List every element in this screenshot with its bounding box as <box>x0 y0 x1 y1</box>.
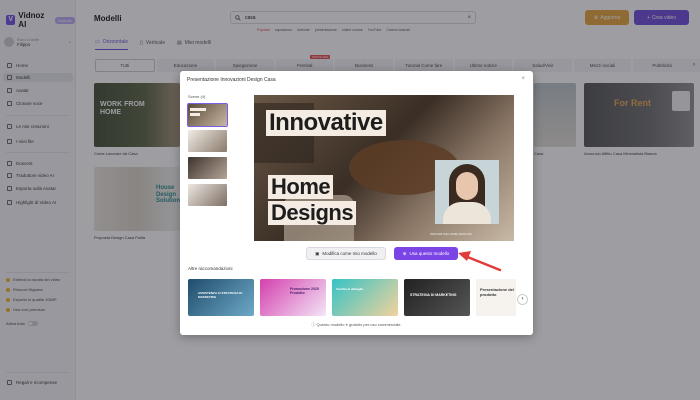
close-icon[interactable]: × <box>521 76 525 82</box>
rec-title: Promozione 2025 Prodotto <box>290 287 319 295</box>
scene-thumbnail[interactable] <box>188 184 227 206</box>
recommendation-card[interactable]: Vendita al dettaglio <box>332 279 398 316</box>
rec-title: STRATEGIA DI MARKETING <box>410 293 457 297</box>
scene-thumbnail[interactable] <box>188 157 227 179</box>
use-template-button[interactable]: ⊕ Usa questo modello <box>394 247 458 260</box>
rec-title: ASSISTENZA AI STRATEGIA DI MARKETING <box>198 291 243 299</box>
button-label: Modifica come mio modello <box>322 251 377 256</box>
scene-title-block <box>190 108 206 111</box>
chevron-right-icon[interactable]: › <box>517 294 528 305</box>
scenes-label: Scene (4) <box>188 94 206 99</box>
edit-as-my-template-button[interactable]: ▣ Modifica come mio modello <box>306 247 386 260</box>
modal-title: Presentazione Innovazioni Design Casa <box>187 77 276 83</box>
preview-title-word: Home <box>268 175 334 199</box>
scene-thumbnail[interactable] <box>187 103 228 127</box>
button-label: Usa questo modello <box>409 251 450 256</box>
preview-title-word: Designs <box>268 201 357 225</box>
recommendation-card[interactable]: Promozione 2025 Prodotto <box>260 279 326 316</box>
edit-icon: ▣ <box>315 250 320 256</box>
preview-title-word: Innovative <box>266 110 386 136</box>
recommendation-card[interactable]: Presentazione del prodotto <box>476 279 516 316</box>
presenter-face <box>456 172 478 200</box>
preview-footer: INNOVATIVE HOME DESIGNS <box>430 232 472 236</box>
recommendations-label: Altre raccomandazioni <box>188 266 233 271</box>
recommendation-card[interactable]: STRATEGIA DI MARKETING <box>404 279 470 316</box>
template-preview-modal: Presentazione Innovazioni Design Casa × … <box>180 71 533 335</box>
license-text: Questo modello è gratuito per uso commer… <box>316 322 402 327</box>
license-note: ⓘ Questo modello è gratuito per uso comm… <box>180 322 533 328</box>
plus-circle-icon: ⊕ <box>402 250 407 256</box>
scene-title-block <box>190 113 200 116</box>
presenter-body <box>443 202 491 224</box>
presenter-avatar <box>435 160 499 224</box>
scene-thumbnail[interactable] <box>188 130 227 152</box>
rec-title: Vendita al dettaglio <box>336 287 364 291</box>
recommendation-card[interactable]: ASSISTENZA AI STRATEGIA DI MARKETING <box>188 279 254 316</box>
video-preview[interactable]: Innovative Home Designs INNOVATIVE HOME … <box>254 95 514 241</box>
rec-title: Presentazione del prodotto <box>480 287 515 297</box>
